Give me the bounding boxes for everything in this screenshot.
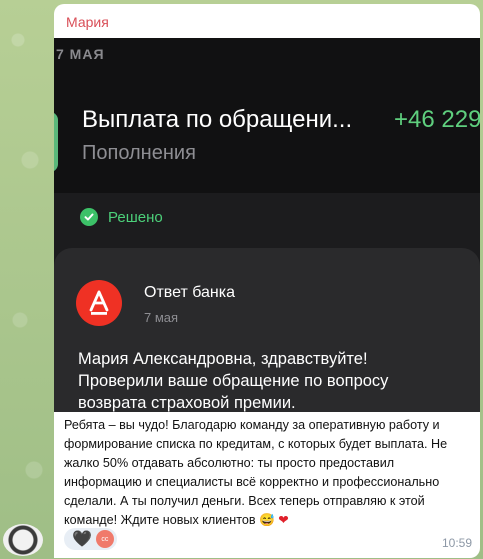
sweat-smile-emoji-icon: 😅 <box>259 513 275 527</box>
bank-reply-line: Проверили ваше обращение по вопросу <box>78 372 389 390</box>
bank-reply-line: возврата страховой премии. <box>78 394 296 412</box>
bank-reply-line: Мария Александровна, здравствуйте! <box>78 350 368 368</box>
payment-category: Пополнения <box>82 142 196 164</box>
reaction-chip[interactable]: 🖤 cc <box>64 528 117 550</box>
bank-reply-text: Мария Александровна, здравствуйте! Прове… <box>78 348 478 412</box>
heart-emoji-icon: ❤ <box>278 513 289 527</box>
category-icon <box>54 112 58 172</box>
status-row: Решено <box>80 208 163 226</box>
reactor-avatar: cc <box>95 530 114 548</box>
black-heart-icon: 🖤 <box>72 531 92 548</box>
bank-reply-title: Ответ банка <box>144 284 236 301</box>
payment-amount: +46 229 <box>394 106 480 133</box>
message-text: Ребята – вы чудо! Благодарю команду за о… <box>64 416 470 530</box>
bank-reply-date: 7 мая <box>144 310 179 325</box>
reactions-bar: 🖤 cc <box>64 528 117 550</box>
message-time: 10:59 <box>441 536 472 550</box>
bank-reply-card: Ответ банка 7 мая Мария Александровна, з… <box>54 248 480 412</box>
transaction-date: 7 МАЯ <box>56 46 105 62</box>
message-body: Ребята – вы чудо! Благодарю команду за о… <box>64 418 448 527</box>
payment-title: Выплата по обращени... <box>82 106 353 133</box>
status-label: Решено <box>108 208 163 226</box>
alfa-bank-logo-icon <box>76 280 122 326</box>
check-icon <box>80 208 98 226</box>
sender-name[interactable]: Мария <box>66 14 109 30</box>
screenshot-image[interactable]: 7 МАЯ Выплата по обращени... +46 229 Поп… <box>54 38 480 412</box>
sender-avatar[interactable] <box>3 524 43 556</box>
message-bubble[interactable]: Мария 7 МАЯ Выплата по обращени... +46 2… <box>54 4 480 558</box>
